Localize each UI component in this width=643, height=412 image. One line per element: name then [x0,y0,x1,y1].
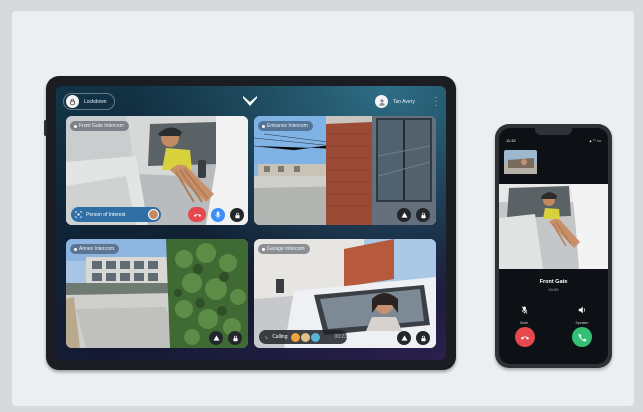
caller-avatars [291,332,321,342]
lockdown-button[interactable]: Lockdown [63,93,115,110]
lock-icon [66,95,79,108]
video-tile-garage[interactable]: Garage Intercom Calling 00:23 [254,239,436,348]
hazard-button[interactable] [397,208,411,222]
unlock-button[interactable] [228,331,242,345]
microphone-icon [215,211,221,219]
decline-call-button[interactable] [515,327,535,347]
mute-button[interactable]: Mute [518,301,530,325]
call-duration: 00:05 [548,287,559,292]
video-tile-front-gate[interactable]: Front Gate Intercom Person of Interest [66,116,248,225]
calling-label: Calling [272,334,288,340]
face-scan-icon [75,211,82,218]
call-status-pill[interactable]: Calling 00:23 [259,330,347,344]
microphone-muted-icon [521,306,527,314]
speaker-button[interactable]: Speaker [574,301,590,325]
hazard-button[interactable] [209,331,223,345]
lock-icon [420,212,426,218]
caller-name: Front Gate [539,279,568,285]
lock-icon [232,335,238,341]
entrance-video-feed [254,116,436,225]
end-call-button[interactable] [188,207,206,222]
warning-icon [401,335,407,341]
phone-hangup-icon [193,213,201,217]
phone-calling-icon [265,335,269,339]
phone-device: 11:32 ▴ ◠ ▭ Front Gate 00:05 Mute Speake… [495,124,612,368]
mute-label: Mute [520,321,528,325]
brand-logo [243,96,257,106]
user-name: Tan Avery [393,98,415,105]
tile-label: Front Gate Intercom [70,121,129,131]
annex-video-feed [66,239,248,348]
caller-thumbnail[interactable] [504,150,537,174]
hazard-button[interactable] [397,331,411,345]
lockdown-label: Lockdown [84,98,107,105]
more-options-icon[interactable]: · · · [434,94,438,110]
tile-label: Entrance Intercom [258,121,313,131]
status-time: 11:32 [506,138,516,143]
tile-label: Annex Intercom [70,244,120,254]
poi-avatar [148,209,159,220]
phone-notch [535,128,572,135]
warning-icon [401,212,407,218]
phone-screen: 11:32 ▴ ◠ ▭ Front Gate 00:05 Mute Speake… [499,128,608,364]
phone-icon [577,333,587,342]
tablet-device: Lockdown Tan Avery · · · Front Gate Inte… [44,76,456,370]
unlock-button[interactable] [416,331,430,345]
unlock-button[interactable] [416,208,430,222]
warning-icon [213,335,219,341]
video-tile-entrance[interactable]: Entrance Intercom [254,116,436,225]
status-icons: ▴ ◠ ▭ [589,138,602,143]
microphone-button[interactable] [211,208,225,222]
tile-label: Garage Intercom [258,244,310,254]
lock-icon [234,212,240,218]
person-of-interest-badge[interactable]: Person of Interest [71,207,161,222]
tablet-screen: Lockdown Tan Avery · · · Front Gate Inte… [56,86,446,360]
tablet-side-button [44,120,47,136]
lock-icon [420,335,426,341]
phone-video-feed [499,184,608,269]
speaker-label: Speaker [575,321,589,325]
unlock-button[interactable] [230,208,244,222]
phone-hangup-icon [520,335,530,340]
call-timer: 00:23 [334,334,347,340]
video-tile-annex[interactable]: Annex Intercom [66,239,248,348]
user-menu[interactable]: Tan Avery [372,93,423,110]
poi-label: Person of Interest [86,211,126,218]
speaker-icon [578,306,585,314]
accept-call-button[interactable] [572,327,592,347]
avatar [375,95,388,108]
